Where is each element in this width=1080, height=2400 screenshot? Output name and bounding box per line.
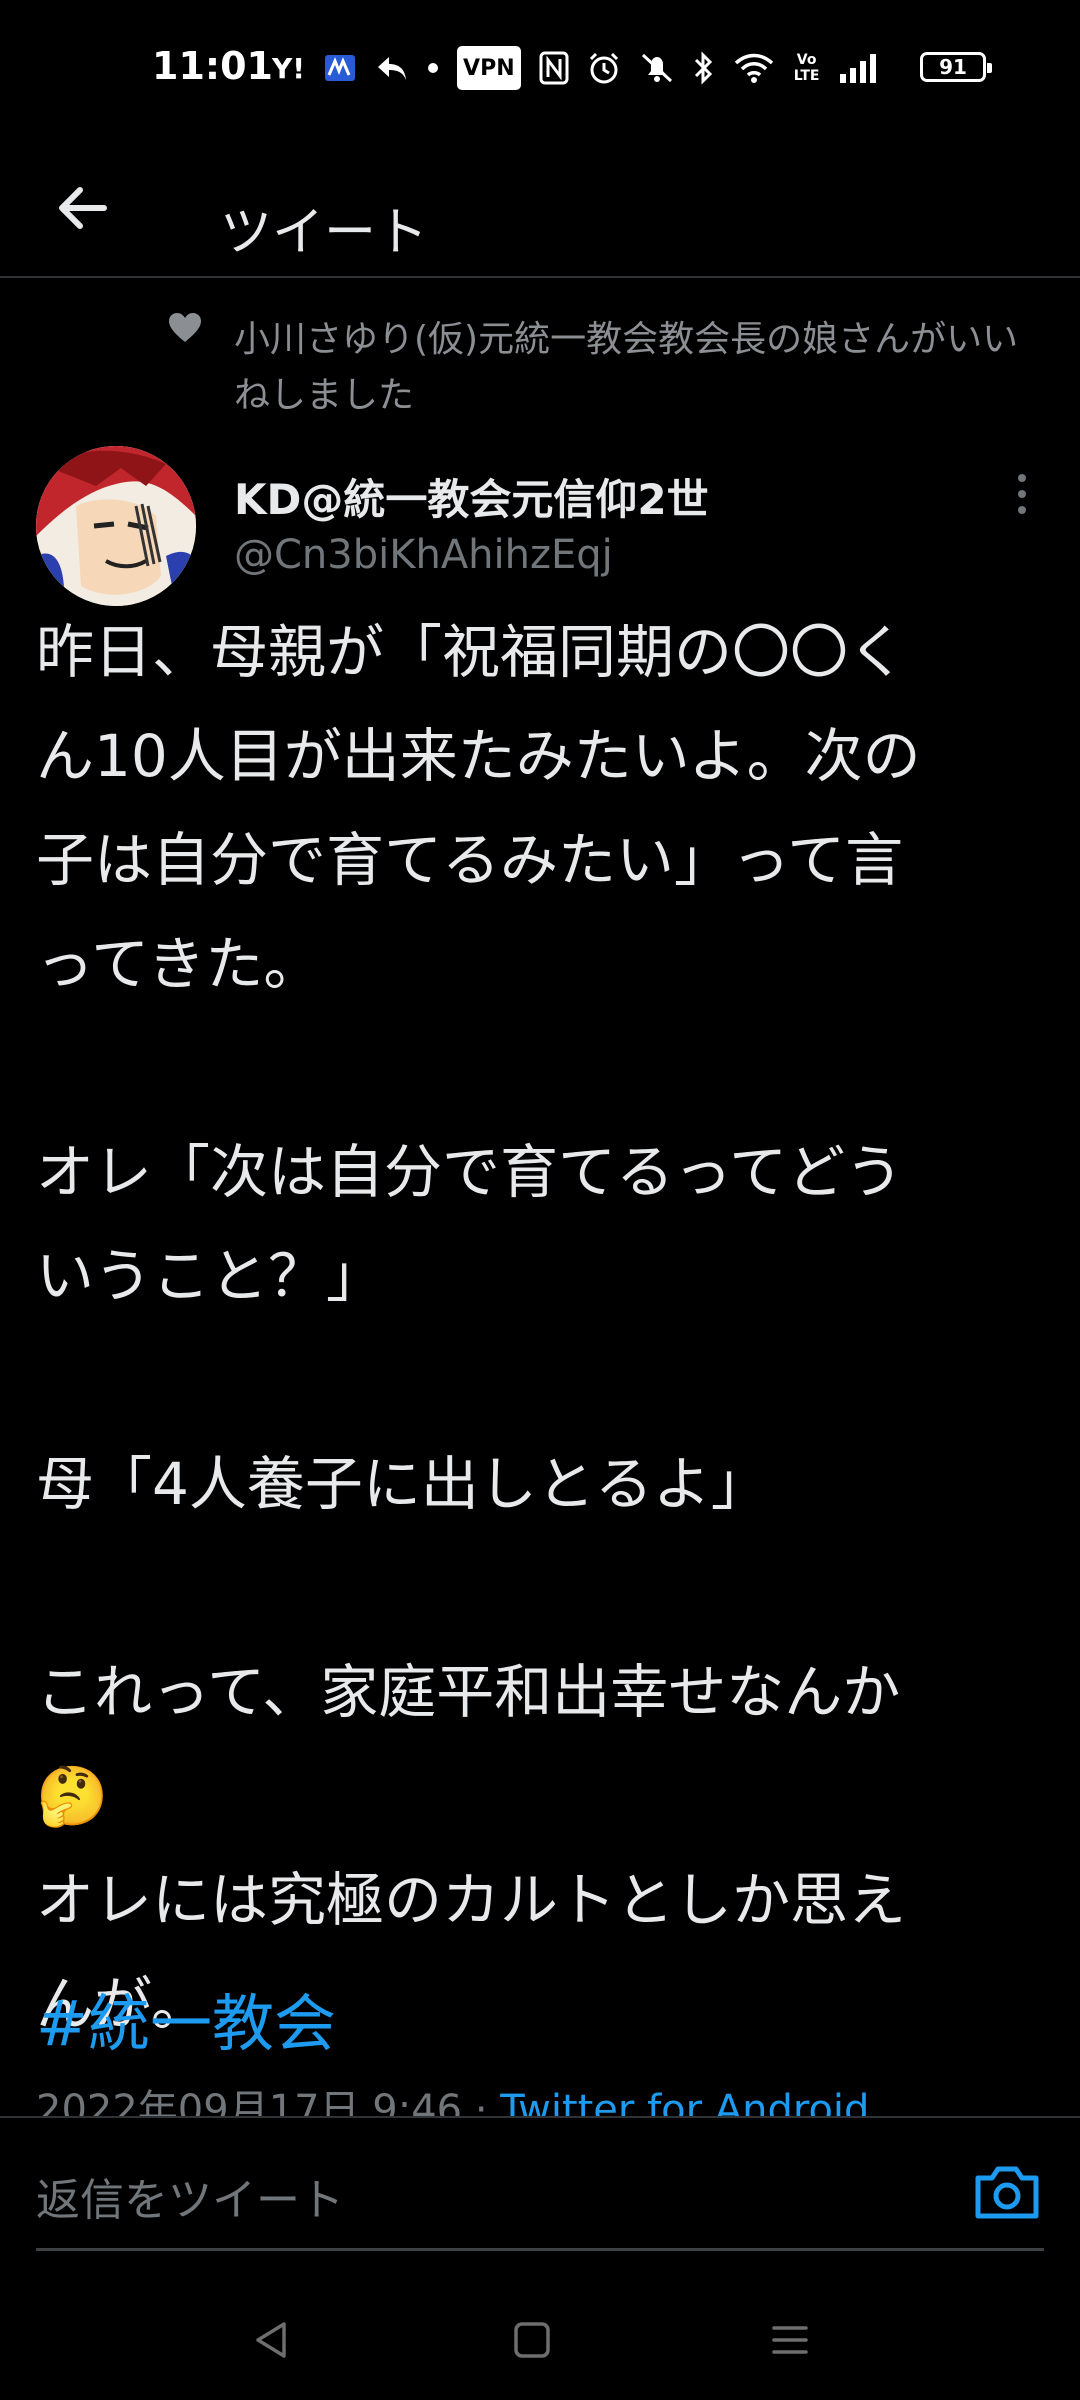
tweet-meta: 2022年09月17日 9:46 · Twitter for Android	[36, 2074, 1046, 2116]
tweet-source-link[interactable]: Twitter for Android	[500, 2087, 869, 2116]
status-time: 11:01	[152, 44, 273, 88]
camera-icon	[975, 2166, 1039, 2219]
tweet-text: 昨日、母親が「祝福同期の〇〇く ん10人目が出来たみたいよ。次の 子は自分で育て…	[36, 618, 921, 2038]
arrow-left-icon	[59, 187, 107, 229]
triangle-back-icon	[256, 2322, 286, 2358]
avatar-image	[36, 446, 196, 606]
signal-icon	[839, 48, 879, 88]
more-vertical-icon	[1018, 474, 1026, 514]
heart-icon	[169, 313, 201, 342]
reply-input[interactable]: 返信をツイート	[36, 2164, 344, 2228]
avatar[interactable]	[36, 446, 196, 606]
page-title: ツイート	[220, 203, 429, 263]
hashtag-link[interactable]: #統一教会	[36, 1972, 336, 2076]
reply-bar: 返信をツイート	[0, 2116, 1080, 2254]
nav-back-button[interactable]	[248, 2316, 296, 2364]
news-app-icon	[323, 48, 357, 88]
bluetooth-icon	[693, 48, 715, 88]
status-bar: 11:01 Y! VPN Vo LTE 91	[0, 0, 1080, 140]
vpn-badge: VPN	[457, 46, 521, 90]
battery-indicator: 91	[920, 52, 992, 82]
tweet-timestamp: 2022年09月17日 9:46	[36, 2087, 463, 2116]
yahoo-icon: Y!	[272, 51, 306, 85]
system-nav-bar	[0, 2280, 1080, 2400]
nav-menu-button[interactable]	[766, 2316, 814, 2364]
camera-button[interactable]	[974, 2164, 1040, 2220]
reply-divider	[36, 2248, 1044, 2251]
nav-home-button[interactable]	[508, 2316, 556, 2364]
meta-separator: ·	[462, 2087, 501, 2116]
battery-level: 91	[939, 55, 967, 79]
volte-icon: Vo LTE	[793, 52, 820, 84]
liked-by-line2[interactable]: ねしました	[234, 368, 414, 424]
author-name[interactable]: KD@統一教会元信仰2世	[234, 466, 709, 527]
mute-icon	[639, 48, 675, 88]
status-icons: Y! VPN Vo LTE	[272, 46, 879, 90]
alarm-icon	[587, 48, 621, 88]
back-button[interactable]	[52, 176, 116, 240]
more-options-button[interactable]	[1004, 470, 1040, 518]
tweet-header: ツイート	[0, 140, 1080, 278]
author-handle[interactable]: @Cn3biKhAhihzEqj	[234, 532, 613, 578]
wifi-icon	[733, 48, 775, 88]
menu-lines-icon	[772, 2326, 808, 2354]
reply-arrow-icon	[375, 48, 409, 88]
square-home-icon	[514, 2322, 550, 2358]
nfc-icon	[539, 48, 569, 88]
dot-icon	[427, 48, 439, 88]
liked-by-line1[interactable]: 小川さゆり(仮)元統一教会教会長の娘さんがいい	[234, 308, 1080, 372]
